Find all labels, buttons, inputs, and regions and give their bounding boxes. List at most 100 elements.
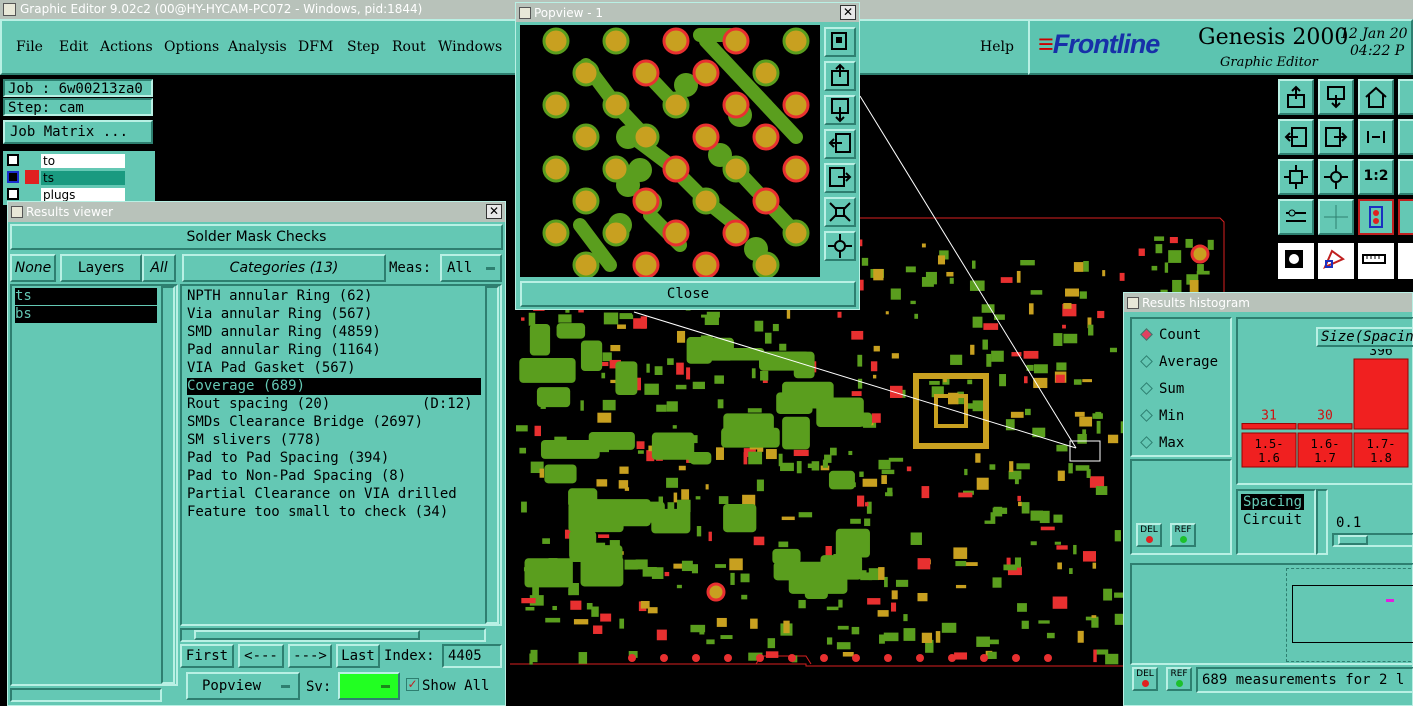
layer-checkbox-ts[interactable] bbox=[7, 171, 19, 183]
menu-windows[interactable]: Windows bbox=[438, 39, 502, 55]
all-button[interactable]: All bbox=[142, 254, 176, 282]
menu-help[interactable]: Help bbox=[980, 39, 1014, 55]
popview-left-icon[interactable] bbox=[824, 129, 856, 159]
popview-right-icon[interactable] bbox=[824, 163, 856, 193]
category-item[interactable]: Rout spacing (20) bbox=[187, 396, 330, 413]
popview-zoom-out-icon[interactable] bbox=[824, 197, 856, 227]
category-item[interactable]: Partial Clearance on VIA drilled bbox=[187, 486, 457, 503]
tool-draw-icon[interactable] bbox=[1318, 243, 1354, 279]
tool-measure-icon[interactable] bbox=[1278, 199, 1314, 235]
layer-item-to[interactable]: to bbox=[41, 154, 125, 168]
layer-checkbox-to[interactable] bbox=[7, 154, 19, 166]
sv-color-dropdown[interactable] bbox=[338, 672, 400, 700]
menu-file[interactable]: File bbox=[16, 39, 43, 55]
tool-extra-2-icon[interactable] bbox=[1398, 119, 1413, 155]
next-button[interactable]: ---> bbox=[288, 644, 332, 668]
option-average[interactable]: Average bbox=[1140, 354, 1218, 370]
category-item[interactable]: VIA Pad Gasket (567) bbox=[187, 360, 356, 377]
menu-options[interactable]: Options bbox=[164, 39, 219, 55]
category-item[interactable]: Pad annular Ring (1164) bbox=[187, 342, 381, 359]
tool-extra-5-icon[interactable] bbox=[1398, 243, 1413, 279]
job-matrix-button[interactable]: Job Matrix ... bbox=[3, 120, 153, 144]
menu-step[interactable]: Step bbox=[347, 39, 379, 55]
spacing-list-item[interactable]: Circuit bbox=[1243, 512, 1302, 528]
menu-rout[interactable]: Rout bbox=[392, 39, 426, 55]
close-icon[interactable]: ✕ bbox=[486, 204, 502, 219]
del-button[interactable]: DEL bbox=[1136, 523, 1162, 547]
category-item[interactable]: SMD annular Ring (4859) bbox=[187, 324, 381, 341]
hscroll-thumb[interactable] bbox=[194, 630, 420, 640]
tool-scale-1-2-icon[interactable]: 1:2 bbox=[1358, 159, 1394, 195]
slider-track[interactable] bbox=[1332, 533, 1413, 547]
category-item[interactable]: SMDs Clearance Bridge (2697) bbox=[187, 414, 423, 431]
popview-fit-icon[interactable] bbox=[824, 231, 856, 261]
option-min[interactable]: Min bbox=[1140, 408, 1184, 424]
prev-button[interactable]: <--- bbox=[238, 644, 284, 668]
option-count[interactable]: Count bbox=[1140, 327, 1201, 343]
layers-button[interactable]: Layers bbox=[60, 254, 142, 282]
ref-button-2[interactable]: REF bbox=[1166, 667, 1192, 691]
categories-button[interactable]: Categories (13) bbox=[182, 254, 386, 282]
window-icon[interactable] bbox=[3, 3, 16, 16]
layer-result-bs[interactable]: bs bbox=[15, 306, 157, 323]
tool-extra-1-icon[interactable] bbox=[1398, 79, 1413, 115]
popview-zoom-in-icon[interactable] bbox=[824, 27, 856, 57]
tool-import-icon[interactable] bbox=[1318, 79, 1354, 115]
layer-list-scrollbar[interactable] bbox=[161, 286, 175, 684]
last-button[interactable]: Last bbox=[336, 644, 380, 668]
layer-item-ts[interactable]: ts bbox=[41, 171, 125, 185]
ref-button[interactable]: REF bbox=[1170, 523, 1196, 547]
category-item[interactable]: NPTH annular Ring (62) bbox=[187, 288, 372, 305]
copper-feature bbox=[692, 381, 705, 390]
layer-result-ts[interactable]: ts bbox=[15, 288, 157, 305]
window-icon[interactable] bbox=[519, 7, 531, 19]
tool-snapshot-icon[interactable] bbox=[1278, 243, 1314, 279]
popview-zoom-canvas[interactable] bbox=[520, 25, 820, 277]
popview-down-icon[interactable] bbox=[824, 95, 856, 125]
spacing-list-item[interactable]: Spacing bbox=[1241, 494, 1305, 510]
index-input[interactable]: 4405 bbox=[442, 644, 502, 668]
window-icon[interactable] bbox=[1127, 297, 1139, 309]
first-button[interactable]: First bbox=[180, 644, 234, 668]
spacing-list-scrollbar[interactable] bbox=[1316, 489, 1328, 555]
categories-scrollbar[interactable] bbox=[485, 286, 499, 624]
popview-up-icon[interactable] bbox=[824, 61, 856, 91]
category-item[interactable]: Pad to Pad Spacing (394) bbox=[187, 450, 389, 467]
menu-actions[interactable]: Actions bbox=[100, 39, 153, 55]
menu-analysis[interactable]: Analysis bbox=[228, 39, 287, 55]
layer-checkbox-plugs[interactable] bbox=[7, 188, 19, 200]
category-item-selected[interactable]: Coverage (689) bbox=[187, 378, 481, 395]
popview-button[interactable]: Popview bbox=[186, 672, 300, 700]
none-button[interactable]: None bbox=[10, 254, 56, 282]
option-max[interactable]: Max bbox=[1140, 435, 1184, 451]
show-all-checkbox[interactable]: ✓ bbox=[406, 678, 419, 691]
category-item[interactable]: Pad to Non-Pad Spacing (8) bbox=[187, 468, 406, 485]
category-item[interactable]: SM slivers (778) bbox=[187, 432, 322, 449]
meas-dropdown[interactable]: All bbox=[440, 254, 502, 282]
tool-grid-icon[interactable] bbox=[1318, 199, 1354, 235]
tool-swap-icon[interactable] bbox=[1358, 119, 1394, 155]
category-item[interactable]: Feature too small to check (34) bbox=[187, 504, 448, 521]
tool-pan-left-icon[interactable] bbox=[1278, 119, 1314, 155]
del-button-2[interactable]: DEL bbox=[1132, 667, 1158, 691]
slider-thumb[interactable] bbox=[1338, 535, 1368, 545]
tool-home-icon[interactable] bbox=[1358, 79, 1394, 115]
layer-item-plugs[interactable]: plugs bbox=[41, 188, 125, 202]
popview-close-button[interactable]: Close bbox=[520, 281, 856, 307]
tool-pan-right-icon[interactable] bbox=[1318, 119, 1354, 155]
category-item[interactable]: Via annular Ring (567) bbox=[187, 306, 372, 323]
tool-center-icon[interactable] bbox=[1318, 159, 1354, 195]
close-icon[interactable]: ✕ bbox=[840, 5, 856, 20]
tool-extra-4-icon[interactable] bbox=[1398, 199, 1413, 235]
tool-fit-icon[interactable] bbox=[1278, 159, 1314, 195]
layer-list-hscroll[interactable] bbox=[10, 688, 162, 702]
tool-extra-3-icon[interactable] bbox=[1398, 159, 1413, 195]
menu-dfm[interactable]: DFM bbox=[298, 39, 333, 55]
window-icon[interactable] bbox=[11, 206, 23, 218]
tool-layers-icon[interactable] bbox=[1358, 199, 1394, 235]
categories-hscroll[interactable] bbox=[180, 628, 486, 642]
tool-export-icon[interactable] bbox=[1278, 79, 1314, 115]
tool-ruler-icon[interactable] bbox=[1358, 243, 1394, 279]
menu-edit[interactable]: Edit bbox=[59, 39, 88, 55]
option-sum[interactable]: Sum bbox=[1140, 381, 1184, 397]
